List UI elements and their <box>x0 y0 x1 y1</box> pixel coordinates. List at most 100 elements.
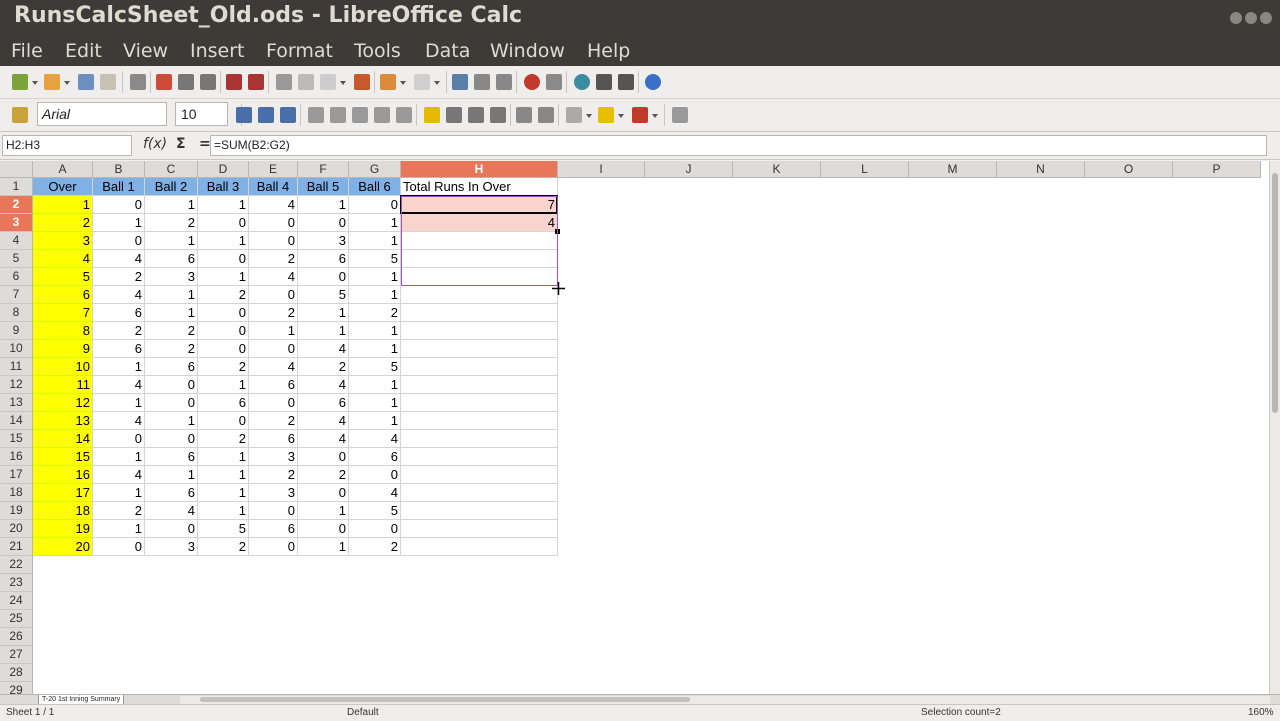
cell-E9[interactable]: 1 <box>249 322 298 340</box>
row-header-26[interactable]: 26 <box>0 628 33 646</box>
merge-cells-icon[interactable] <box>396 107 412 123</box>
cell-C16[interactable]: 6 <box>145 448 198 466</box>
cell-B2[interactable]: 0 <box>93 196 145 214</box>
cell-C18[interactable]: 6 <box>145 484 198 502</box>
cell-C2[interactable]: 1 <box>145 196 198 214</box>
cell-D17[interactable]: 1 <box>198 466 249 484</box>
styles-icon[interactable] <box>12 107 28 123</box>
increase-indent-icon[interactable] <box>538 107 554 123</box>
cell-B3[interactable]: 1 <box>93 214 145 232</box>
cell-A10[interactable]: 9 <box>33 340 93 358</box>
row-header-14[interactable]: 14 <box>0 412 33 430</box>
cell-G5[interactable]: 5 <box>349 250 401 268</box>
cut-icon[interactable] <box>276 74 292 90</box>
sort-descending-icon[interactable] <box>496 74 512 90</box>
chevron-down-icon[interactable] <box>434 81 440 85</box>
open-icon[interactable] <box>44 74 60 90</box>
column-header-G[interactable]: G <box>349 161 401 178</box>
cell-C17[interactable]: 1 <box>145 466 198 484</box>
cell-A2[interactable]: 1 <box>33 196 93 214</box>
number-format-icon[interactable] <box>468 107 484 123</box>
sum-icon[interactable]: Σ <box>176 136 186 152</box>
cell-A21[interactable]: 20 <box>33 538 93 556</box>
cell-E14[interactable]: 2 <box>249 412 298 430</box>
cell-B10[interactable]: 6 <box>93 340 145 358</box>
cell-C11[interactable]: 6 <box>145 358 198 376</box>
cell-F20[interactable]: 0 <box>298 520 349 538</box>
cell-G17[interactable]: 0 <box>349 466 401 484</box>
cell-C15[interactable]: 0 <box>145 430 198 448</box>
menu-insert[interactable]: Insert <box>190 40 245 62</box>
cell-D12[interactable]: 1 <box>198 376 249 394</box>
cell-B17[interactable]: 4 <box>93 466 145 484</box>
row-header-12[interactable]: 12 <box>0 376 33 394</box>
cell-B19[interactable]: 2 <box>93 502 145 520</box>
cell-E13[interactable]: 0 <box>249 394 298 412</box>
cell-A5[interactable]: 4 <box>33 250 93 268</box>
minimize-button[interactable] <box>1230 12 1242 24</box>
cell-B13[interactable]: 1 <box>93 394 145 412</box>
cell-D10[interactable]: 0 <box>198 340 249 358</box>
cell-F21[interactable]: 1 <box>298 538 349 556</box>
clone-formatting-icon[interactable] <box>354 74 370 90</box>
column-header-J[interactable]: J <box>645 161 733 178</box>
menu-help[interactable]: Help <box>587 40 630 62</box>
cell-A1[interactable]: Over <box>33 178 93 196</box>
row-header-5[interactable]: 5 <box>0 250 33 268</box>
align-left-icon[interactable] <box>308 107 324 123</box>
cell-A6[interactable]: 5 <box>33 268 93 286</box>
row-header-21[interactable]: 21 <box>0 538 33 556</box>
cell-F3[interactable]: 0 <box>298 214 349 232</box>
cell-H1[interactable]: Total Runs In Over <box>401 178 558 196</box>
align-right-icon[interactable] <box>352 107 368 123</box>
cell-E17[interactable]: 2 <box>249 466 298 484</box>
column-header-E[interactable]: E <box>249 161 298 178</box>
cell-C8[interactable]: 1 <box>145 304 198 322</box>
row-header-20[interactable]: 20 <box>0 520 33 538</box>
cell-B8[interactable]: 6 <box>93 304 145 322</box>
cell-B14[interactable]: 4 <box>93 412 145 430</box>
cell-G18[interactable]: 4 <box>349 484 401 502</box>
cell-E12[interactable]: 6 <box>249 376 298 394</box>
column-header-O[interactable]: O <box>1085 161 1173 178</box>
row-header-9[interactable]: 9 <box>0 322 33 340</box>
column-header-A[interactable]: A <box>33 161 93 178</box>
cell-H10[interactable] <box>401 340 558 358</box>
cell-E15[interactable]: 6 <box>249 430 298 448</box>
cell-F7[interactable]: 5 <box>298 286 349 304</box>
cell-F5[interactable]: 6 <box>298 250 349 268</box>
align-center-icon[interactable] <box>330 107 346 123</box>
autospellcheck-icon[interactable] <box>248 74 264 90</box>
cell-H12[interactable] <box>401 376 558 394</box>
cell-D8[interactable]: 0 <box>198 304 249 322</box>
menu-view[interactable]: View <box>123 40 168 62</box>
cell-D9[interactable]: 0 <box>198 322 249 340</box>
cell-B15[interactable]: 0 <box>93 430 145 448</box>
row-header-6[interactable]: 6 <box>0 268 33 286</box>
font-size-box[interactable]: 10 <box>175 102 228 126</box>
cell-F11[interactable]: 2 <box>298 358 349 376</box>
menu-window[interactable]: Window <box>490 40 565 62</box>
cell-C19[interactable]: 4 <box>145 502 198 520</box>
cell-D14[interactable]: 0 <box>198 412 249 430</box>
cell-B9[interactable]: 2 <box>93 322 145 340</box>
cell-D5[interactable]: 0 <box>198 250 249 268</box>
cell-G21[interactable]: 2 <box>349 538 401 556</box>
row-header-3[interactable]: 3 <box>0 214 33 232</box>
cell-E11[interactable]: 4 <box>249 358 298 376</box>
row-header-16[interactable]: 16 <box>0 448 33 466</box>
row-header-7[interactable]: 7 <box>0 286 33 304</box>
cell-G8[interactable]: 2 <box>349 304 401 322</box>
paste-icon[interactable] <box>320 74 336 90</box>
cell-B7[interactable]: 4 <box>93 286 145 304</box>
redo-icon[interactable] <box>414 74 430 90</box>
menu-edit[interactable]: Edit <box>65 40 102 62</box>
cell-A11[interactable]: 10 <box>33 358 93 376</box>
maximize-button[interactable] <box>1245 12 1257 24</box>
cell-F6[interactable]: 0 <box>298 268 349 286</box>
cell-F16[interactable]: 0 <box>298 448 349 466</box>
cell-F2[interactable]: 1 <box>298 196 349 214</box>
scroll-thumb[interactable] <box>200 697 690 702</box>
cell-C5[interactable]: 6 <box>145 250 198 268</box>
row-header-25[interactable]: 25 <box>0 610 33 628</box>
